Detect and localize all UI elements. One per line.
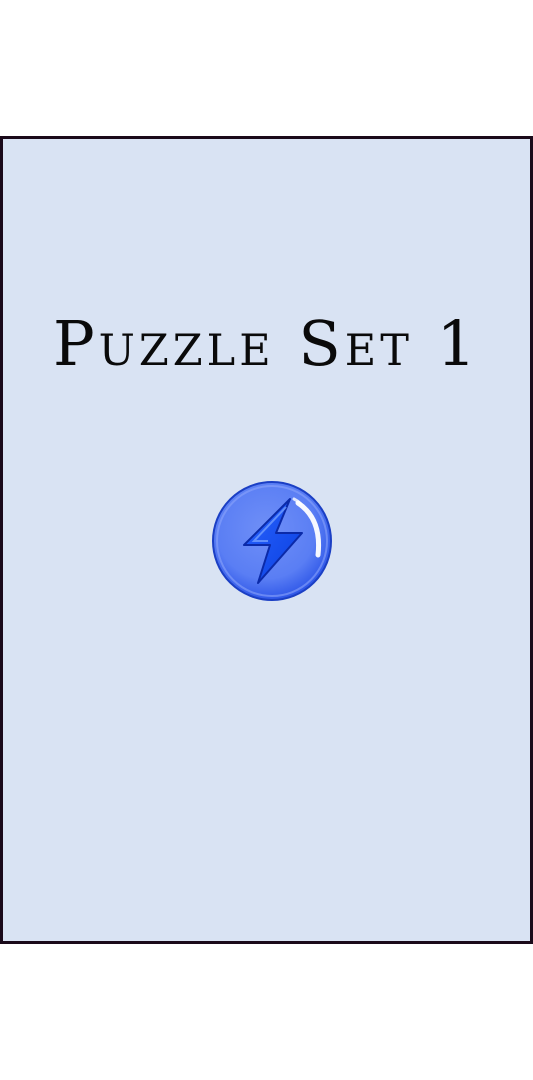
- start-puzzle-set-button[interactable]: [210, 479, 334, 603]
- puzzle-set-title: Puzzle Set 1: [52, 307, 481, 380]
- lightning-bolt-icon: [212, 481, 332, 601]
- screen: Puzzle Set 1: [0, 0, 533, 1080]
- puzzle-set-card: Puzzle Set 1: [0, 136, 533, 944]
